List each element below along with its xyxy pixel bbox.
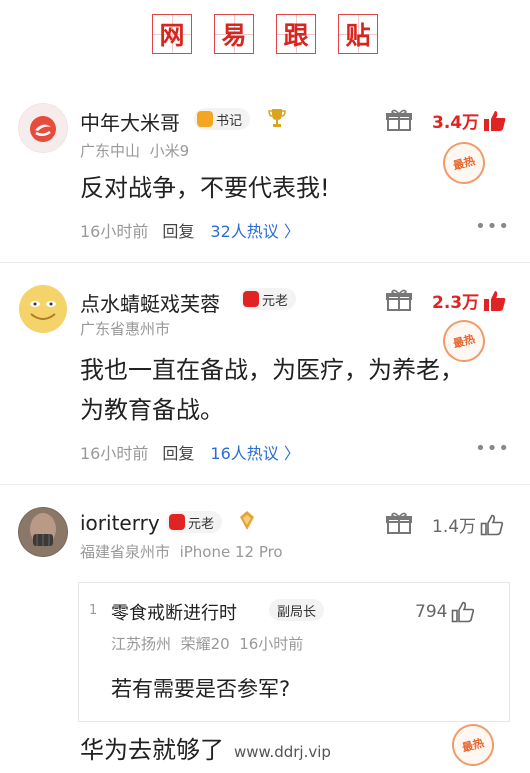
reply-like-button[interactable]: 794 [415,601,475,623]
user-badge: 元老 [240,288,297,310]
comment-text-line: 我也一直在备战，为医疗，为养老， [80,356,464,384]
smiley-face-icon [19,285,67,333]
header-char: 网 [152,14,192,54]
trophy-icon [268,109,286,127]
avatar[interactable] [18,103,68,153]
comment-meta: 16小时前 回复 16人热议 〉 [80,440,300,464]
location-info: 福建省泉州市 iPhone 12 Pro [80,543,283,561]
page-header: 网 易 跟 贴 [0,0,530,80]
location-info: 广东省惠州市 [80,320,171,338]
user-badge: 元老 [166,511,223,533]
comment-time: 16小时前 [80,444,149,463]
nested-reply[interactable]: 1 零食戒断进行时 副局长 江苏扬州 荣耀20 16小时前 若有需要是否参军? … [78,582,510,722]
masked-face-avatar-icon [19,508,67,556]
location-info: 广东中山 小米9 [80,142,190,160]
like-button[interactable]: 3.4万 [432,108,507,133]
divider [0,262,530,263]
comment-text: 反对战争，不要代表我! [80,174,330,202]
avatar[interactable] [18,284,68,334]
badge-label: 书记 [216,113,243,129]
like-count: 3.4万 [432,113,480,133]
comment-text: 华为去就够了 [80,736,224,764]
reply-text: 若有需要是否参军? [111,677,291,701]
reply-username[interactable]: 零食戒断进行时 [111,599,237,625]
avatar-logo-icon [19,104,67,152]
more-options-button[interactable]: ••• [475,216,510,237]
reply-location-info: 江苏扬州 荣耀20 16小时前 [111,635,304,653]
watermark: www.ddrj.vip [234,743,331,761]
thumbs-up-filled-icon [484,290,506,311]
reply-button[interactable]: 回复 [162,440,194,464]
username[interactable]: 点水蜻蜓戏芙蓉 [80,288,220,317]
divider [0,484,530,485]
like-count: 794 [415,602,448,622]
hottest-stamp: 最热 [447,719,499,771]
badge-label: 元老 [188,516,215,532]
comment-text-line: 为教育备战。 [80,396,224,424]
badge-label: 元老 [262,293,289,309]
header-char: 跟 [276,14,316,54]
gold-hexagon-icon [197,111,213,127]
header-char: 易 [214,14,254,54]
thumbs-up-outline-icon [452,601,475,623]
hottest-stamp: 最热 [438,137,490,189]
gift-icon[interactable] [386,108,412,132]
more-options-button[interactable]: ••• [475,438,510,459]
reply-index: 1 [89,603,98,618]
gift-icon[interactable] [386,288,412,312]
like-count: 2.3万 [432,293,480,313]
medal-icon [240,511,254,530]
username[interactable]: 中年大米哥 [80,107,180,136]
hot-discussion-link[interactable]: 32人热议 〉 [210,218,299,242]
hot-discussion-link[interactable]: 16人热议 〉 [210,440,299,464]
thumbs-up-filled-icon [484,110,506,131]
gift-icon[interactable] [386,511,412,535]
username[interactable]: ioriterry [80,511,160,535]
header-char: 贴 [338,14,378,54]
comment-meta: 16小时前 回复 32人热议 〉 [80,218,300,242]
user-badge: 书记 [194,108,251,130]
red-shield-icon [169,514,185,530]
user-badge: 副局长 [269,599,325,621]
thumbs-up-outline-icon [480,514,504,535]
comment-time: 16小时前 [80,222,149,241]
red-shield-icon [243,291,259,307]
like-button[interactable]: 2.3万 [432,288,507,313]
reply-button[interactable]: 回复 [162,218,194,242]
like-count: 1.4万 [432,517,477,537]
badge-label: 副局长 [277,604,317,620]
like-button[interactable]: 1.4万 [432,512,504,537]
avatar[interactable] [18,507,68,557]
